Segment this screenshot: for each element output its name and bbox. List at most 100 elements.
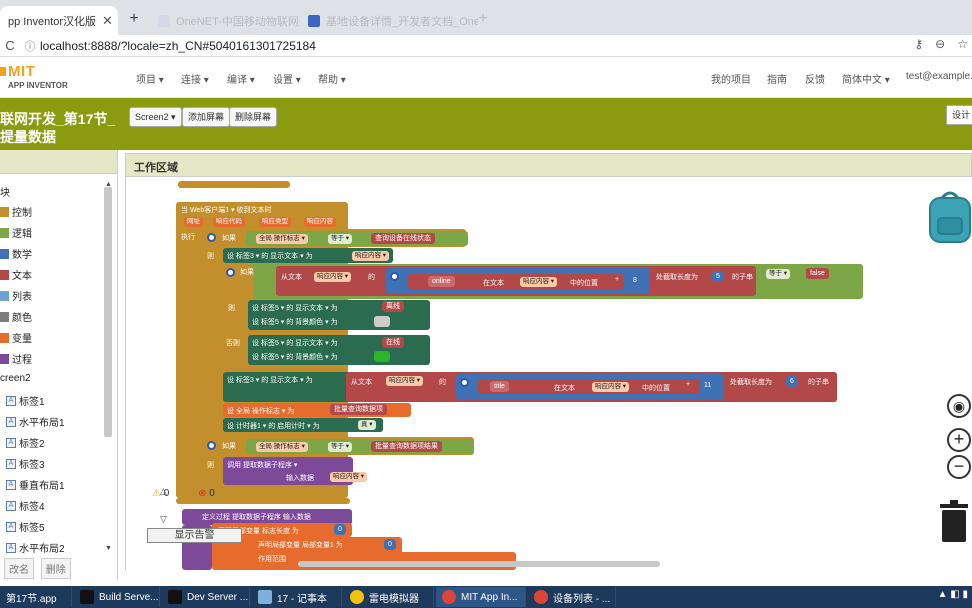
equals-operator[interactable]: 等于 ▾ bbox=[328, 234, 353, 244]
trash-icon[interactable] bbox=[938, 500, 970, 542]
taskbar-item-project-file[interactable]: 第17节.app bbox=[0, 587, 72, 607]
response-content-getter[interactable]: 响应内容 ▾ bbox=[520, 277, 558, 287]
palette-item-builtin[interactable]: 颜色 bbox=[0, 309, 32, 324]
url-field[interactable]: localhost:8888/?locale=zh_CN#50401613017… bbox=[40, 39, 316, 53]
palette-item-component[interactable]: A 标签2 bbox=[6, 435, 45, 450]
number-8[interactable]: 8 bbox=[629, 275, 641, 286]
text-query-status[interactable]: 查询设备在线状态 bbox=[371, 233, 435, 244]
palette-item-component[interactable]: A 水平布局2 bbox=[6, 540, 65, 555]
palette-item-component[interactable]: A 标签3 bbox=[6, 456, 45, 471]
browser-tab-onenet[interactable]: OneNET-中国移动物联网开放平台 bbox=[150, 6, 300, 35]
response-content-getter[interactable]: 响应内容 ▾ bbox=[352, 251, 390, 261]
palette-item-component[interactable]: A 标签5 bbox=[6, 519, 45, 534]
palette-item-builtin[interactable]: 逻辑 bbox=[0, 225, 32, 240]
menu-guide[interactable]: 指南 bbox=[767, 71, 787, 86]
taskbar-item-chrome-devices[interactable]: 设备列表 - ... bbox=[528, 587, 616, 607]
number-11[interactable]: 11 bbox=[700, 380, 716, 391]
menu-language[interactable]: 简体中文 ▾ bbox=[842, 71, 890, 86]
text-online[interactable]: online bbox=[428, 276, 455, 287]
center-target-icon[interactable]: ◉ bbox=[947, 394, 971, 418]
text-batch-query[interactable]: 批量查询数据项 bbox=[330, 404, 387, 415]
palette-item-builtin[interactable]: 列表 bbox=[0, 288, 32, 303]
gear-icon[interactable] bbox=[226, 268, 235, 277]
new-tab-icon[interactable]: + bbox=[123, 9, 145, 29]
screen-select-button[interactable]: Screen2 ▾ bbox=[129, 107, 182, 127]
response-content-getter[interactable]: 响应内容 ▾ bbox=[330, 472, 368, 482]
taskbar-item-emulator[interactable]: 雷电模拟器 bbox=[344, 587, 434, 607]
gear-icon[interactable] bbox=[460, 378, 469, 387]
rename-button[interactable]: 改名 bbox=[4, 558, 34, 579]
param-response-type[interactable]: 响应类型 bbox=[259, 217, 291, 227]
color-swatch-gray[interactable] bbox=[374, 316, 390, 327]
palette-item-component[interactable]: A 标签1 bbox=[6, 393, 45, 408]
add-screen-button[interactable]: 添加屏幕 bbox=[182, 107, 231, 127]
menu-build[interactable]: 编译 ▾ bbox=[227, 71, 255, 86]
menu-settings[interactable]: 设置 ▾ bbox=[273, 71, 301, 86]
key-icon[interactable]: ⚷ bbox=[914, 37, 923, 51]
collapse-down-icon[interactable]: ▽ bbox=[160, 514, 167, 525]
number-5[interactable]: 5 bbox=[712, 271, 724, 282]
system-tray-icons[interactable]: ▲ ◧ ▮ bbox=[938, 589, 968, 600]
star-icon[interactable]: ☆ bbox=[957, 37, 968, 51]
menu-connect[interactable]: 连接 ▾ bbox=[181, 71, 209, 86]
scroll-down-icon[interactable]: ▼ bbox=[105, 545, 112, 552]
browser-tab-app-inventor[interactable]: pp Inventor汉化版 ✕ bbox=[0, 6, 118, 35]
gear-icon[interactable] bbox=[207, 233, 216, 242]
palette-item-builtin[interactable]: 过程 bbox=[0, 351, 32, 366]
param-url[interactable]: 网址 bbox=[184, 217, 203, 227]
param-response-content[interactable]: 响应内容 bbox=[304, 217, 336, 227]
palette-item-builtin[interactable]: 文本 bbox=[0, 267, 32, 282]
equals-operator[interactable]: 等于 ▾ bbox=[328, 442, 353, 452]
blocks-workspace[interactable]: 当 Web客户端1 ▾ 收到文本时 网址 响应代码 响应类型 响应内容 执行 如… bbox=[125, 177, 972, 570]
menu-project[interactable]: 项目 ▾ bbox=[136, 71, 164, 86]
backpack-icon[interactable] bbox=[928, 188, 972, 244]
scroll-up-icon[interactable]: ▲ bbox=[105, 181, 112, 188]
show-warnings-button[interactable]: 显示告警 bbox=[147, 528, 242, 543]
menu-my-projects[interactable]: 我的项目 bbox=[711, 71, 751, 86]
palette-item-component[interactable]: A 垂直布局1 bbox=[6, 477, 65, 492]
palette-item-component[interactable]: A 水平布局1 bbox=[6, 414, 65, 429]
palette-item-component[interactable]: A 标签4 bbox=[6, 498, 45, 513]
param-response-code[interactable]: 响应代码 bbox=[213, 217, 245, 227]
mit-logo[interactable]: MIT APP INVENTOR bbox=[0, 63, 70, 93]
reload-icon[interactable]: C bbox=[0, 38, 20, 53]
browser-tab-docs[interactable]: 基地设备详情_开发者文档_OneN bbox=[300, 6, 478, 35]
boolean-true[interactable]: 真 ▾ bbox=[358, 420, 376, 430]
designer-button[interactable]: 设计 bbox=[946, 105, 972, 125]
response-content-getter[interactable]: 响应内容 ▾ bbox=[386, 376, 424, 386]
color-swatch-green[interactable] bbox=[374, 351, 390, 362]
taskbar-item-chrome-app-inventor[interactable]: MIT App In... bbox=[436, 587, 526, 607]
text-title[interactable]: title bbox=[490, 381, 509, 392]
zoom-out-icon[interactable]: − bbox=[947, 455, 971, 479]
delete-button[interactable]: 删除 bbox=[40, 558, 71, 579]
number-0[interactable]: 0 bbox=[334, 524, 346, 535]
remove-screen-button[interactable]: 删除屏幕 bbox=[229, 107, 278, 127]
palette-item-builtin[interactable]: 控制 bbox=[0, 204, 32, 219]
palette-screen-node[interactable]: creen2 bbox=[0, 373, 31, 384]
text-false[interactable]: false bbox=[806, 268, 829, 279]
collapse-up-icon[interactable]: △ bbox=[160, 486, 167, 497]
close-icon[interactable]: ✕ bbox=[96, 13, 113, 29]
gear-icon[interactable] bbox=[390, 272, 399, 281]
taskbar-item-notepad[interactable]: 17 - 记事本 bbox=[252, 587, 342, 607]
info-icon[interactable]: ⓘ bbox=[20, 38, 40, 54]
text-batch-query-result[interactable]: 批量查询数据项结果 bbox=[371, 441, 442, 452]
gear-icon[interactable] bbox=[207, 441, 216, 450]
text-online-cn[interactable]: 在线 bbox=[382, 337, 404, 348]
workspace-horizontal-scrollbar[interactable] bbox=[298, 561, 660, 567]
global-op-flag-getter[interactable]: 全局 操作标志 ▾ bbox=[256, 234, 308, 244]
text-offline[interactable]: 离线 bbox=[382, 301, 404, 312]
menu-feedback[interactable]: 反馈 bbox=[805, 71, 825, 86]
palette-item-builtin[interactable]: 变量 bbox=[0, 330, 32, 345]
menu-account[interactable]: test@example.c bbox=[906, 71, 972, 82]
palette-item-builtin[interactable]: 数学 bbox=[0, 246, 32, 261]
equals-operator[interactable]: 等于 ▾ bbox=[766, 269, 791, 279]
response-content-getter[interactable]: 响应内容 ▾ bbox=[592, 382, 630, 392]
taskbar-item-build-server[interactable]: Build Serve... bbox=[74, 587, 160, 607]
menu-help[interactable]: 帮助 ▾ bbox=[318, 71, 346, 86]
response-content-getter[interactable]: 响应内容 ▾ bbox=[314, 272, 352, 282]
global-op-flag-getter[interactable]: 全局 操作标志 ▾ bbox=[256, 442, 308, 452]
palette-scrollbar[interactable] bbox=[104, 187, 112, 437]
zoom-icon[interactable]: ⊖ bbox=[935, 37, 945, 51]
number-6[interactable]: 6 bbox=[786, 376, 798, 387]
